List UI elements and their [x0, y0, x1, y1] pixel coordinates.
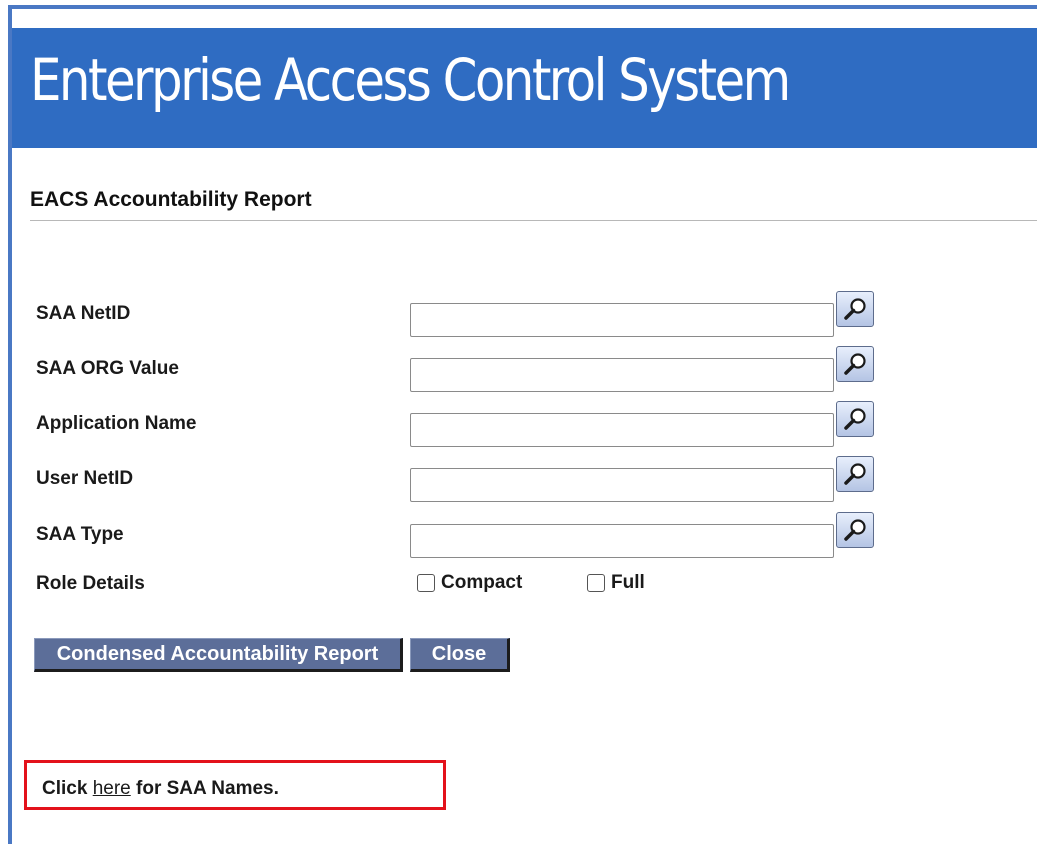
app-banner: Enterprise Access Control System — [12, 28, 1037, 148]
user-netid-lookup-button[interactable] — [836, 456, 874, 492]
user-netid-input[interactable] — [410, 468, 834, 502]
notice-prefix: Click — [42, 778, 93, 799]
heading-divider — [30, 220, 1037, 221]
app-title: Enterprise Access Control System — [30, 46, 791, 114]
magnifier-icon — [844, 353, 866, 375]
application-name-label: Application Name — [36, 413, 197, 434]
magnifier-icon — [844, 519, 866, 541]
compact-option: Compact — [417, 572, 522, 594]
saa-org-value-input[interactable] — [410, 358, 834, 392]
saa-type-lookup-button[interactable] — [836, 512, 874, 548]
saa-type-input[interactable] — [410, 524, 834, 558]
full-checkbox[interactable] — [587, 574, 605, 592]
saa-netid-input[interactable] — [410, 303, 834, 337]
notice-suffix: for SAA Names. — [130, 778, 279, 799]
window-frame-top — [8, 5, 1037, 9]
application-name-input[interactable] — [410, 413, 834, 447]
magnifier-icon — [844, 298, 866, 320]
close-button[interactable]: Close — [410, 638, 510, 672]
saa-org-value-label: SAA ORG Value — [36, 358, 179, 379]
saa-netid-label: SAA NetID — [36, 303, 131, 324]
saa-names-link[interactable]: here — [93, 778, 131, 799]
full-label: Full — [611, 572, 645, 593]
condensed-report-button[interactable]: Condensed Accountability Report — [34, 638, 403, 672]
saa-org-value-lookup-button[interactable] — [836, 346, 874, 382]
saa-netid-lookup-button[interactable] — [836, 291, 874, 327]
saa-names-text: Click here for SAA Names. — [42, 778, 279, 800]
role-details-label: Role Details — [36, 573, 145, 594]
page-title: EACS Accountability Report — [30, 188, 312, 211]
magnifier-icon — [844, 408, 866, 430]
full-option: Full — [587, 572, 645, 594]
magnifier-icon — [844, 463, 866, 485]
compact-checkbox[interactable] — [417, 574, 435, 592]
saa-names-notice: Click here for SAA Names. — [24, 760, 446, 810]
saa-type-label: SAA Type — [36, 524, 124, 545]
application-name-lookup-button[interactable] — [836, 401, 874, 437]
compact-label: Compact — [441, 572, 523, 593]
user-netid-label: User NetID — [36, 468, 134, 489]
